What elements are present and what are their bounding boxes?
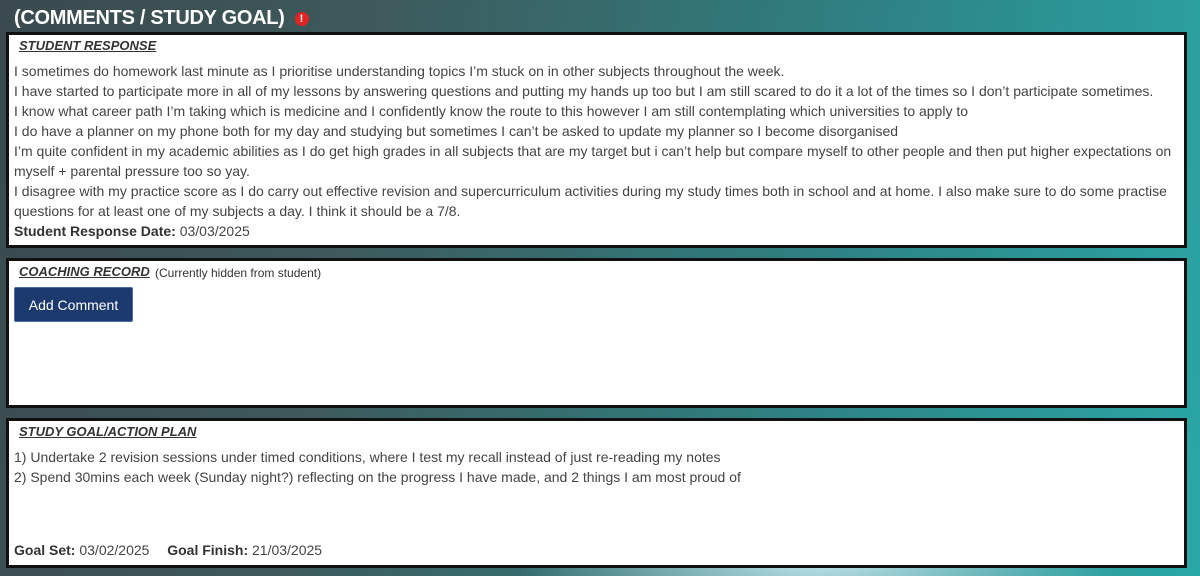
goal-item: 2) Spend 30mins each week (Sunday night?… <box>14 469 741 485</box>
study-goal-list: 1) Undertake 2 revision sessions under t… <box>14 447 1178 487</box>
response-date-label: Student Response Date: <box>14 223 176 239</box>
response-line: I have started to participate more in al… <box>14 83 1154 99</box>
page-header: (COMMENTS / STUDY GOAL) ! <box>14 4 309 32</box>
response-line: I know what career path I’m taking which… <box>14 103 969 119</box>
goal-finish-label: Goal Finish: <box>167 542 249 558</box>
goal-finish-value: 21/03/2025 <box>252 542 323 558</box>
page-title: (COMMENTS / STUDY GOAL) <box>14 6 285 29</box>
student-response-panel: STUDENT RESPONSE I sometimes do homework… <box>6 32 1187 248</box>
info-icon[interactable]: ! <box>294 12 309 26</box>
coaching-record-heading: COACHING RECORD <box>19 264 150 279</box>
goal-set-value: 03/02/2025 <box>79 542 150 558</box>
student-response-heading: STUDENT RESPONSE <box>19 38 157 53</box>
goal-set-label: Goal Set: <box>14 542 76 558</box>
hidden-from-student-note: (Currently hidden from student) <box>155 266 322 280</box>
student-response-date: Student Response Date: 03/03/2025 <box>14 221 1178 241</box>
response-line: I disagree with my practice score as I d… <box>14 183 1167 219</box>
add-comment-button[interactable]: Add Comment <box>14 287 133 322</box>
response-line: I do have a planner on my phone both for… <box>14 123 899 139</box>
coaching-record-panel: COACHING RECORD (Currently hidden from s… <box>6 258 1187 408</box>
goal-item: 1) Undertake 2 revision sessions under t… <box>14 449 721 465</box>
response-line: I’m quite confident in my academic abili… <box>14 143 1172 179</box>
goal-dates: Goal Set: 03/02/2025 Goal Finish: 21/03/… <box>14 542 322 558</box>
study-goal-panel: STUDY GOAL/ACTION PLAN 1) Undertake 2 re… <box>6 418 1187 568</box>
response-date-value: 03/03/2025 <box>179 223 250 239</box>
study-goal-heading: STUDY GOAL/ACTION PLAN <box>19 424 197 439</box>
student-response-text: I sometimes do homework last minute as I… <box>14 61 1178 241</box>
response-line: I sometimes do homework last minute as I… <box>14 63 785 79</box>
